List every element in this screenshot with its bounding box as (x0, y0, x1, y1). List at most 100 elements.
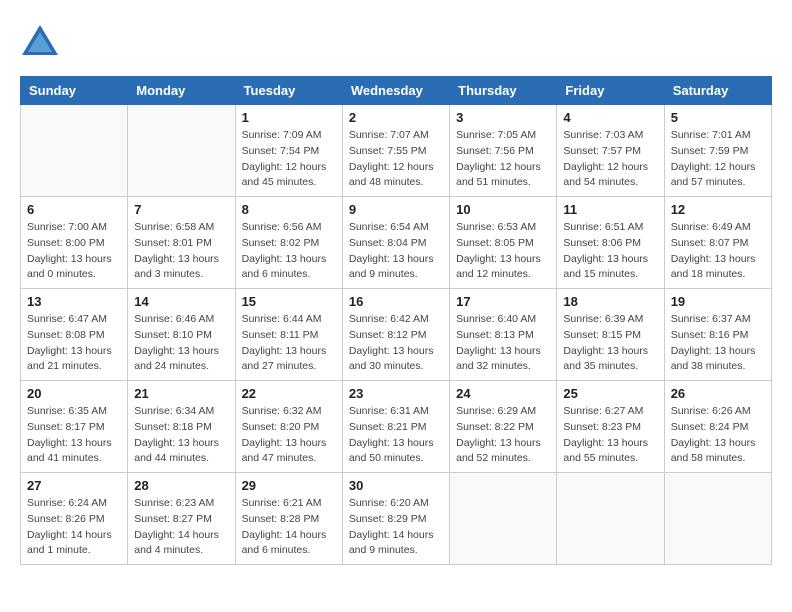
day-number: 17 (456, 294, 550, 309)
calendar-cell: 13 Sunrise: 6:47 AM Sunset: 8:08 PM Dayli… (21, 289, 128, 381)
calendar-cell: 2 Sunrise: 7:07 AM Sunset: 7:55 PM Daylig… (342, 105, 449, 197)
week-row-2: 6 Sunrise: 7:00 AM Sunset: 8:00 PM Daylig… (21, 197, 772, 289)
column-header-tuesday: Tuesday (235, 77, 342, 105)
day-detail: Sunrise: 7:01 AM Sunset: 7:59 PM Dayligh… (671, 128, 765, 191)
column-header-saturday: Saturday (664, 77, 771, 105)
day-detail: Sunrise: 6:20 AM Sunset: 8:29 PM Dayligh… (349, 496, 443, 559)
calendar-cell: 5Sunrise: 7:01 AM Sunset: 7:59 PM Daylig… (664, 105, 771, 197)
calendar-cell (21, 105, 128, 197)
day-detail: Sunrise: 6:44 AM Sunset: 8:11 PM Dayligh… (242, 312, 336, 375)
day-number: 2 (349, 110, 443, 125)
column-header-wednesday: Wednesday (342, 77, 449, 105)
day-detail: Sunrise: 6:46 AM Sunset: 8:10 PM Dayligh… (134, 312, 228, 375)
calendar-cell: 20 Sunrise: 6:35 AM Sunset: 8:17 PM Dayli… (21, 381, 128, 473)
day-number: 25 (563, 386, 657, 401)
calendar-cell: 7 Sunrise: 6:58 AM Sunset: 8:01 PM Daylig… (128, 197, 235, 289)
day-detail: Sunrise: 6:24 AM Sunset: 8:26 PM Dayligh… (27, 496, 121, 559)
day-detail: Sunrise: 6:56 AM Sunset: 8:02 PM Dayligh… (242, 220, 336, 283)
day-detail: Sunrise: 6:23 AM Sunset: 8:27 PM Dayligh… (134, 496, 228, 559)
day-number: 11 (563, 202, 657, 217)
day-detail: Sunrise: 6:49 AM Sunset: 8:07 PM Dayligh… (671, 220, 765, 283)
day-detail: Sunrise: 6:51 AM Sunset: 8:06 PM Dayligh… (563, 220, 657, 283)
day-number: 4 (563, 110, 657, 125)
day-number: 27 (27, 478, 121, 493)
day-number: 18 (563, 294, 657, 309)
day-number: 19 (671, 294, 765, 309)
calendar-cell: 19Sunrise: 6:37 AM Sunset: 8:16 PM Dayli… (664, 289, 771, 381)
day-number: 23 (349, 386, 443, 401)
column-header-monday: Monday (128, 77, 235, 105)
day-detail: Sunrise: 6:21 AM Sunset: 8:28 PM Dayligh… (242, 496, 336, 559)
day-detail: Sunrise: 6:27 AM Sunset: 8:23 PM Dayligh… (563, 404, 657, 467)
day-number: 29 (242, 478, 336, 493)
day-number: 16 (349, 294, 443, 309)
calendar-cell: 27 Sunrise: 6:24 AM Sunset: 8:26 PM Dayli… (21, 473, 128, 565)
calendar-cell (557, 473, 664, 565)
calendar-cell: 1Sunrise: 7:09 AM Sunset: 7:54 PM Daylig… (235, 105, 342, 197)
day-number: 7 (134, 202, 228, 217)
calendar-cell: 3Sunrise: 7:05 AM Sunset: 7:56 PM Daylig… (450, 105, 557, 197)
day-detail: Sunrise: 6:53 AM Sunset: 8:05 PM Dayligh… (456, 220, 550, 283)
calendar-cell: 29 Sunrise: 6:21 AM Sunset: 8:28 PM Dayli… (235, 473, 342, 565)
day-detail: Sunrise: 6:31 AM Sunset: 8:21 PM Dayligh… (349, 404, 443, 467)
calendar-cell: 4 Sunrise: 7:03 AM Sunset: 7:57 PM Daylig… (557, 105, 664, 197)
page-header (20, 20, 772, 60)
day-detail: Sunrise: 6:40 AM Sunset: 8:13 PM Dayligh… (456, 312, 550, 375)
day-detail: Sunrise: 6:29 AM Sunset: 8:22 PM Dayligh… (456, 404, 550, 467)
day-detail: Sunrise: 7:07 AM Sunset: 7:55 PM Dayligh… (349, 128, 443, 191)
day-detail: Sunrise: 6:34 AM Sunset: 8:18 PM Dayligh… (134, 404, 228, 467)
calendar-cell: 30 Sunrise: 6:20 AM Sunset: 8:29 PM Dayli… (342, 473, 449, 565)
week-row-5: 27 Sunrise: 6:24 AM Sunset: 8:26 PM Dayli… (21, 473, 772, 565)
day-detail: Sunrise: 6:47 AM Sunset: 8:08 PM Dayligh… (27, 312, 121, 375)
calendar-cell: 10 Sunrise: 6:53 AM Sunset: 8:05 PM Dayli… (450, 197, 557, 289)
calendar-cell: 17 Sunrise: 6:40 AM Sunset: 8:13 PM Dayli… (450, 289, 557, 381)
calendar-header-row: SundayMondayTuesdayWednesdayThursdayFrid… (21, 77, 772, 105)
logo (20, 20, 64, 60)
column-header-friday: Friday (557, 77, 664, 105)
calendar-cell: 16 Sunrise: 6:42 AM Sunset: 8:12 PM Dayli… (342, 289, 449, 381)
day-number: 6 (27, 202, 121, 217)
day-detail: Sunrise: 6:58 AM Sunset: 8:01 PM Dayligh… (134, 220, 228, 283)
day-number: 22 (242, 386, 336, 401)
calendar-cell: 8 Sunrise: 6:56 AM Sunset: 8:02 PM Daylig… (235, 197, 342, 289)
column-header-thursday: Thursday (450, 77, 557, 105)
calendar-cell: 6 Sunrise: 7:00 AM Sunset: 8:00 PM Daylig… (21, 197, 128, 289)
week-row-3: 13 Sunrise: 6:47 AM Sunset: 8:08 PM Dayli… (21, 289, 772, 381)
day-number: 13 (27, 294, 121, 309)
day-detail: Sunrise: 7:03 AM Sunset: 7:57 PM Dayligh… (563, 128, 657, 191)
day-number: 21 (134, 386, 228, 401)
day-detail: Sunrise: 6:39 AM Sunset: 8:15 PM Dayligh… (563, 312, 657, 375)
calendar-cell: 24 Sunrise: 6:29 AM Sunset: 8:22 PM Dayli… (450, 381, 557, 473)
calendar-cell: 14 Sunrise: 6:46 AM Sunset: 8:10 PM Dayli… (128, 289, 235, 381)
calendar-cell: 22Sunrise: 6:32 AM Sunset: 8:20 PM Dayli… (235, 381, 342, 473)
day-detail: Sunrise: 6:26 AM Sunset: 8:24 PM Dayligh… (671, 404, 765, 467)
day-detail: Sunrise: 6:54 AM Sunset: 8:04 PM Dayligh… (349, 220, 443, 283)
day-number: 1 (242, 110, 336, 125)
day-detail: Sunrise: 6:42 AM Sunset: 8:12 PM Dayligh… (349, 312, 443, 375)
day-number: 26 (671, 386, 765, 401)
day-number: 10 (456, 202, 550, 217)
day-detail: Sunrise: 6:35 AM Sunset: 8:17 PM Dayligh… (27, 404, 121, 467)
calendar-cell: 18 Sunrise: 6:39 AM Sunset: 8:15 PM Dayli… (557, 289, 664, 381)
week-row-1: 1Sunrise: 7:09 AM Sunset: 7:54 PM Daylig… (21, 105, 772, 197)
day-number: 8 (242, 202, 336, 217)
day-number: 14 (134, 294, 228, 309)
calendar-cell: 25 Sunrise: 6:27 AM Sunset: 8:23 PM Dayli… (557, 381, 664, 473)
day-number: 30 (349, 478, 443, 493)
calendar-cell: 11 Sunrise: 6:51 AM Sunset: 8:06 PM Dayli… (557, 197, 664, 289)
calendar-cell: 21 Sunrise: 6:34 AM Sunset: 8:18 PM Dayli… (128, 381, 235, 473)
calendar-cell (450, 473, 557, 565)
day-number: 28 (134, 478, 228, 493)
calendar-cell: 26 Sunrise: 6:26 AM Sunset: 8:24 PM Dayli… (664, 381, 771, 473)
day-number: 24 (456, 386, 550, 401)
calendar-cell: 12 Sunrise: 6:49 AM Sunset: 8:07 PM Dayli… (664, 197, 771, 289)
calendar-cell: 9Sunrise: 6:54 AM Sunset: 8:04 PM Daylig… (342, 197, 449, 289)
day-number: 20 (27, 386, 121, 401)
calendar-cell: 28 Sunrise: 6:23 AM Sunset: 8:27 PM Dayli… (128, 473, 235, 565)
day-detail: Sunrise: 7:00 AM Sunset: 8:00 PM Dayligh… (27, 220, 121, 283)
day-number: 3 (456, 110, 550, 125)
day-number: 12 (671, 202, 765, 217)
day-number: 15 (242, 294, 336, 309)
logo-icon (20, 20, 60, 60)
calendar-table: SundayMondayTuesdayWednesdayThursdayFrid… (20, 76, 772, 565)
